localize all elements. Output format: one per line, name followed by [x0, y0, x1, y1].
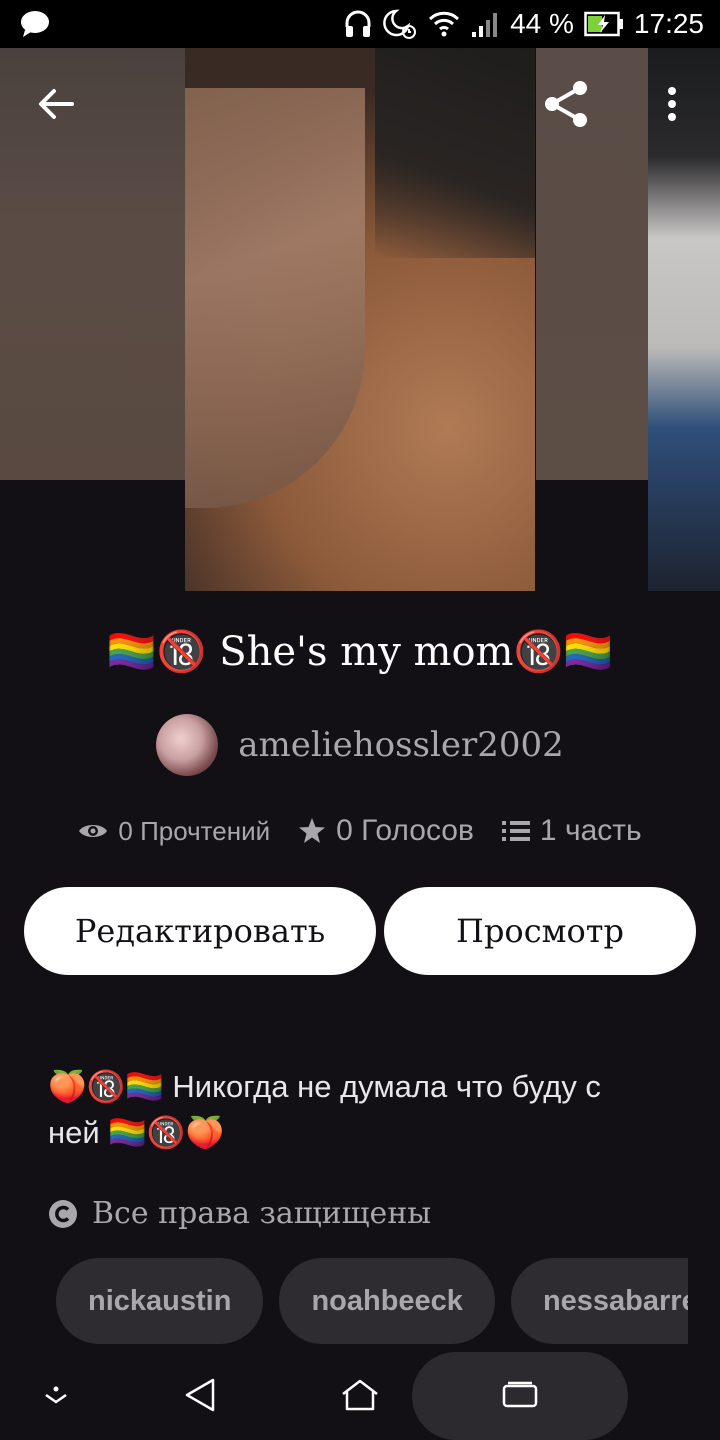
reads-stat: 0 Прочтений — [78, 816, 270, 847]
signal-icon — [470, 10, 500, 38]
list-icon — [501, 821, 530, 841]
parts-count: 1 — [539, 814, 557, 847]
back-button[interactable] — [26, 74, 86, 134]
view-button[interactable]: Просмотр — [384, 887, 696, 975]
author-row[interactable]: ameliehossler2002 — [0, 714, 720, 776]
tag-chip[interactable]: nickaustin — [56, 1258, 264, 1344]
parts-stat: 1 часть — [501, 814, 642, 848]
eye-icon — [79, 825, 108, 837]
copyright-icon — [49, 1199, 77, 1228]
description-line: 🍑🔞🏳️‍🌈 Никогда не думала что буду с — [48, 1069, 601, 1104]
votes-stat: 0 Голосов — [298, 814, 474, 848]
copyright-notice: Все права защищены — [48, 1196, 431, 1231]
do-not-disturb-alarm-icon — [382, 8, 418, 40]
author-name[interactable]: ameliehossler2002 — [238, 725, 564, 765]
description-line: ней 🏳️‍🌈🔞🍑 — [48, 1115, 225, 1150]
hide-navbar-button[interactable] — [26, 1350, 86, 1440]
more-options-button[interactable] — [642, 74, 702, 134]
recent-apps-icon — [502, 1381, 538, 1408]
home-nav-button[interactable] — [330, 1350, 390, 1440]
home-icon — [342, 1379, 378, 1411]
status-bar: 44 % 17:25 — [0, 0, 720, 48]
tag-chip[interactable]: nessabarrett — [510, 1258, 688, 1344]
avatar[interactable] — [156, 714, 219, 776]
tag-chip[interactable]: noahbeeck — [279, 1258, 495, 1344]
headphones-icon — [344, 9, 372, 39]
story-description: 🍑🔞🏳️‍🌈 Никогда не думала что буду с ней … — [48, 1064, 668, 1156]
chevron-down-icon — [45, 1386, 67, 1404]
back-nav-button[interactable] — [170, 1350, 230, 1440]
reads-label: Прочтений — [140, 815, 271, 846]
recent-apps-button[interactable] — [490, 1350, 550, 1440]
more-vertical-icon — [668, 87, 676, 121]
edit-button[interactable]: Редактировать — [24, 887, 376, 975]
chat-notification-icon — [20, 10, 50, 43]
share-icon — [545, 81, 587, 127]
votes-count: 0 — [336, 814, 353, 847]
battery-charging-icon — [584, 11, 624, 37]
clock: 17:25 — [633, 8, 704, 39]
battery-percent: 44 % — [510, 8, 574, 39]
wifi-icon — [428, 9, 460, 39]
votes-label: Голосов — [361, 814, 474, 847]
tag-list: nickaustin noahbeeck nessabarrett — [56, 1258, 688, 1344]
arrow-left-icon — [39, 89, 74, 119]
triangle-back-icon — [185, 1378, 215, 1412]
story-title: 🏳️‍🌈🔞 She's my mom🔞🏳️‍🌈 — [106, 629, 614, 675]
star-icon — [299, 818, 326, 843]
reads-count: 0 — [118, 815, 133, 846]
copyright-text: Все права защищены — [92, 1196, 432, 1231]
story-stats: 0 Прочтений 0 Голосов 1 часть — [0, 814, 720, 848]
story-cover-image — [185, 48, 535, 591]
parts-label: часть — [564, 814, 642, 847]
share-button[interactable] — [536, 74, 596, 134]
